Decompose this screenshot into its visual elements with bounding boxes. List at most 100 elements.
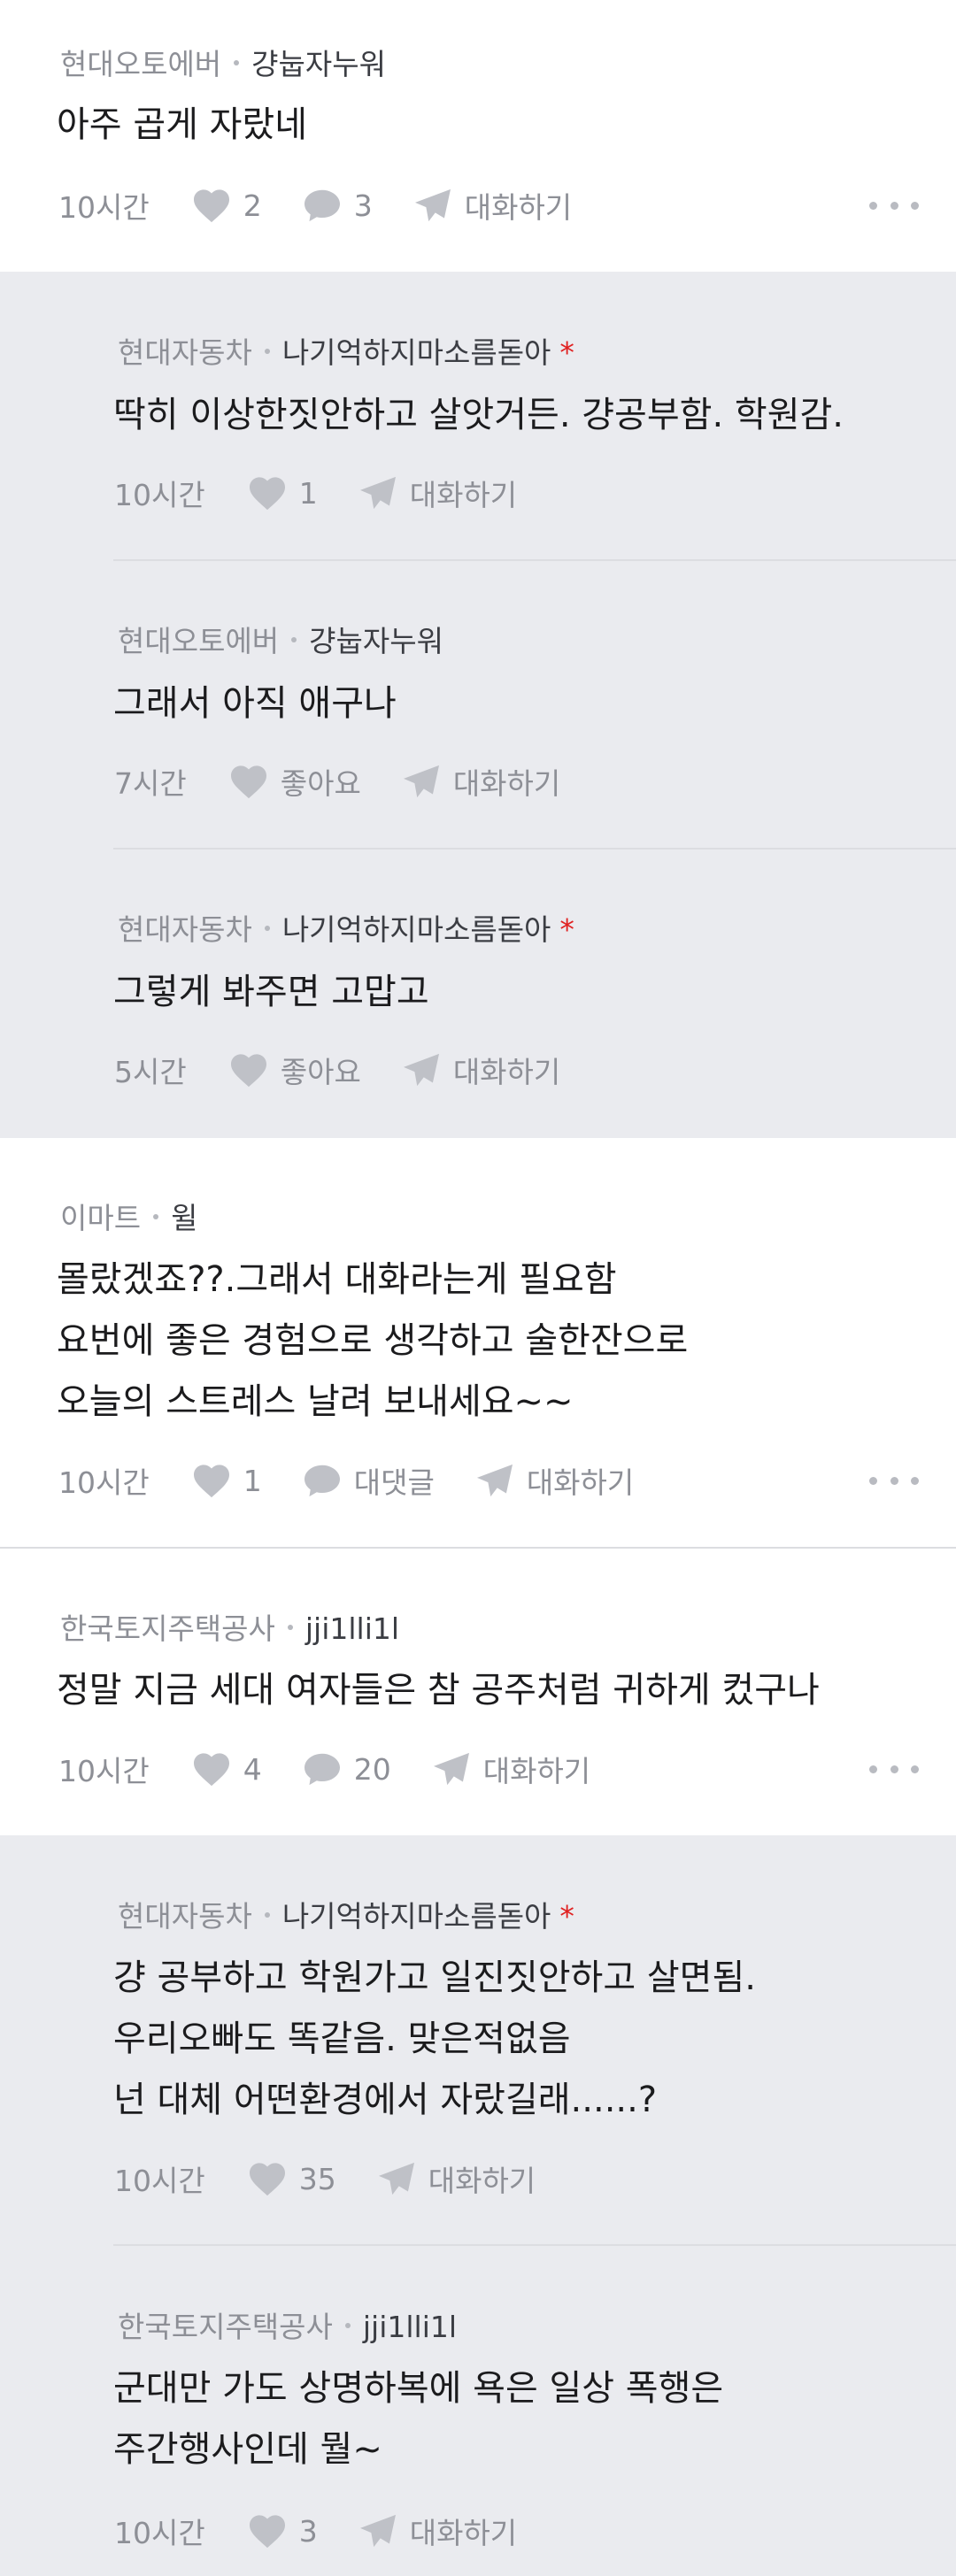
like-button[interactable]: 35 — [248, 2161, 336, 2196]
dot-icon — [911, 201, 919, 210]
speech-bubble-icon — [304, 1753, 340, 1786]
talk-button[interactable]: 대화하기 — [432, 1748, 590, 1790]
comment-author[interactable]: 현대오토에버 걍눕자누워 — [60, 41, 386, 83]
talk-label: 대화하기 — [526, 1465, 635, 1500]
speech-bubble-icon — [304, 189, 340, 222]
comment-text: 군대만 가도 상명하복에 욕은 일상 폭행은 주간행사인데 뭘~ — [113, 2368, 724, 2470]
comment-time: 10시간 — [114, 478, 205, 512]
like-count: 1 — [243, 1463, 262, 1498]
separator-dot — [287, 1624, 293, 1630]
separator-dot — [153, 1213, 159, 1219]
comment-time: 10시간 — [114, 2164, 205, 2198]
comment-text: 그래서 아직 애구나 — [113, 683, 397, 724]
author-marker: * — [559, 1899, 574, 1934]
talk-label: 대화하기 — [464, 190, 573, 225]
nickname: jji1lli1l — [305, 1611, 400, 1646]
send-icon — [414, 188, 451, 222]
talk-button[interactable]: 대화하기 — [358, 472, 517, 514]
nickname: 윌 — [171, 1201, 198, 1235]
heart-icon — [230, 1054, 266, 1088]
nickname: 나기억하지마소름돋아 — [281, 1899, 551, 1934]
dot-icon — [890, 1765, 898, 1773]
reply-button[interactable]: 대댓글 — [303, 1459, 435, 1502]
more-options-button[interactable] — [869, 1463, 919, 1498]
talk-button[interactable]: 대화하기 — [358, 2510, 517, 2552]
reply-button[interactable]: 3 — [303, 188, 373, 223]
author-marker: * — [559, 335, 574, 370]
like-button[interactable]: 4 — [192, 1751, 262, 1787]
send-icon — [359, 2514, 396, 2548]
comment-text: 몰랐겠죠??.그래서 대화라는게 필요함 요번에 좋은 경험으로 생각하고 술한… — [57, 1259, 689, 1422]
talk-label: 대화하기 — [409, 2516, 518, 2550]
comment-author[interactable]: 현대자동차 나기억하지마소름돋아 * — [118, 906, 574, 949]
reply-count: 20 — [353, 1751, 391, 1787]
comment-text: 걍 공부하고 학원가고 일진짓안하고 살면됨. 우리오빠도 똑같음. 맞은적없음… — [113, 1957, 756, 2120]
separator-dot — [234, 59, 240, 65]
like-button[interactable]: 3 — [248, 2513, 318, 2549]
talk-label: 대화하기 — [482, 1754, 591, 1788]
reply-item: 현대오토에버 걍눕자누워 그래서 아직 애구나 7시간 좋아요 대화하기 — [0, 561, 956, 850]
like-count: 35 — [298, 2161, 336, 2196]
nickname: 나기억하지마소름돋아 — [281, 335, 551, 370]
dot-icon — [869, 1476, 877, 1485]
reply-item: 현대자동차 나기억하지마소름돋아 * 걍 공부하고 학원가고 일진짓안하고 살면됨.… — [0, 1835, 956, 2246]
talk-label: 대화하기 — [452, 766, 561, 801]
reply-item: 현대자동차 나기억하지마소름돋아 * 그렇게 봐주면 고맙고 5시간 좋아요 대화하… — [0, 850, 956, 1138]
heart-icon — [193, 1753, 229, 1787]
comment-text: 그렇게 봐주면 고맙고 — [113, 972, 429, 1012]
comment-text: 딱히 이상한짓안하고 살앗거든. 걍공부함. 학원감. — [113, 395, 844, 435]
company-name: 이마트 — [60, 1201, 142, 1235]
like-count: 2 — [243, 188, 262, 223]
talk-button[interactable]: 대화하기 — [475, 1459, 634, 1502]
company-name: 한국토지주택공사 — [60, 1611, 275, 1646]
like-button[interactable]: 좋아요 — [229, 1049, 361, 1091]
like-count: 좋아요 — [280, 766, 361, 801]
comment-time: 7시간 — [114, 766, 187, 801]
more-options-button[interactable] — [869, 188, 919, 223]
talk-label: 대화하기 — [428, 2164, 536, 2198]
like-button[interactable]: 1 — [192, 1463, 262, 1498]
dot-icon — [869, 1765, 877, 1773]
comment-time: 10시간 — [58, 190, 150, 225]
send-icon — [433, 1752, 469, 1786]
comment-text: 아주 곱게 자랐네 — [57, 104, 308, 145]
talk-button[interactable]: 대화하기 — [402, 760, 560, 803]
separator-dot — [344, 2322, 351, 2328]
nickname: 걍눕자누워 — [309, 624, 443, 658]
comment-author[interactable]: 현대자동차 나기억하지마소름돋아 * — [118, 329, 574, 372]
dot-icon — [869, 201, 877, 210]
reply-button[interactable]: 20 — [303, 1751, 391, 1787]
send-icon — [359, 476, 396, 510]
heart-icon — [249, 477, 285, 511]
reply-item: 현대자동차 나기억하지마소름돋아 * 딱히 이상한짓안하고 살앗거든. 걍공부함. … — [0, 272, 956, 561]
heart-icon — [193, 189, 229, 223]
like-count: 4 — [243, 1751, 262, 1787]
talk-button[interactable]: 대화하기 — [413, 184, 572, 227]
like-button[interactable]: 1 — [248, 475, 318, 511]
comment-author[interactable]: 한국토지주택공사 jji1lli1l — [118, 2303, 457, 2346]
more-options-button[interactable] — [869, 1751, 919, 1787]
nickname: 걍눕자누워 — [251, 47, 386, 81]
company-name: 현대자동차 — [118, 1899, 252, 1934]
nickname: 나기억하지마소름돋아 — [281, 912, 551, 947]
like-button[interactable]: 2 — [192, 188, 262, 223]
comment-actions: 5시간 좋아요 대화하기 — [114, 1048, 601, 1092]
separator-dot — [264, 925, 270, 931]
comment-author[interactable]: 한국토지주택공사 jji1lli1l — [60, 1605, 399, 1648]
send-icon — [403, 765, 439, 798]
comment-author[interactable]: 현대오토에버 걍눕자누워 — [118, 618, 443, 660]
talk-button[interactable]: 대화하기 — [377, 2157, 536, 2200]
dot-icon — [911, 1765, 919, 1773]
like-count: 좋아요 — [280, 1055, 361, 1089]
company-name: 현대자동차 — [118, 912, 252, 947]
speech-bubble-icon — [304, 1465, 340, 1497]
comment-author[interactable]: 이마트 윌 — [60, 1195, 197, 1237]
comment-author[interactable]: 현대자동차 나기억하지마소름돋아 * — [118, 1893, 574, 1935]
reply-label: 대댓글 — [353, 1465, 435, 1500]
comment-time: 10시간 — [114, 2516, 205, 2550]
nickname: jji1lli1l — [362, 2310, 458, 2344]
talk-button[interactable]: 대화하기 — [402, 1049, 560, 1091]
comment-actions: 10시간 35 대화하기 — [114, 2157, 576, 2201]
like-button[interactable]: 좋아요 — [229, 760, 361, 803]
company-name: 현대오토에버 — [118, 624, 280, 658]
